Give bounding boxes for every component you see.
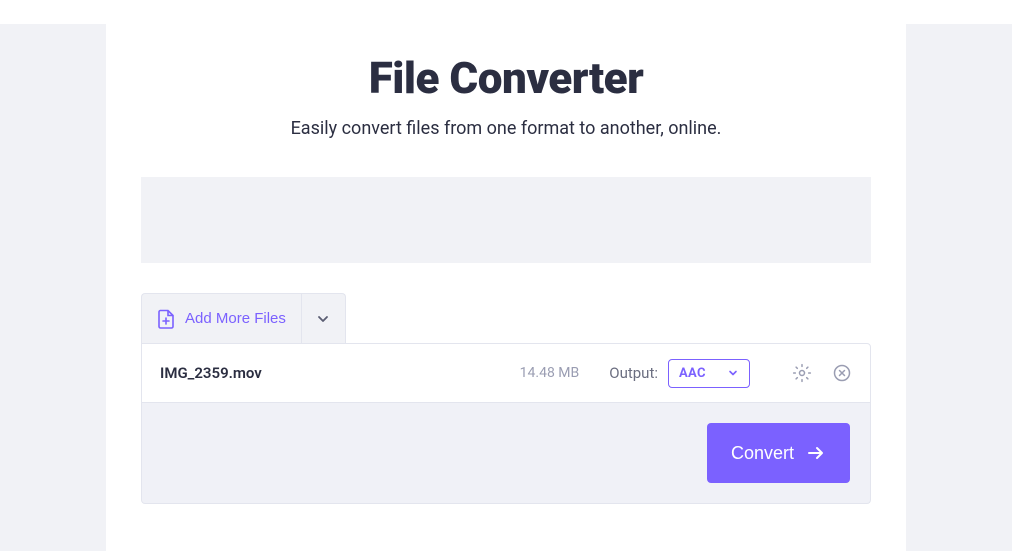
chevron-down-icon <box>727 367 739 379</box>
top-bar <box>0 0 1012 24</box>
output-format-value: AAC <box>679 366 706 381</box>
close-circle-icon <box>832 363 852 383</box>
file-size: 14.48 MB <box>520 365 580 381</box>
chevron-down-icon <box>316 312 330 326</box>
file-add-icon <box>157 309 175 329</box>
file-row: IMG_2359.mov 14.48 MB Output: AAC <box>141 343 871 403</box>
action-row: Convert <box>141 403 871 504</box>
arrow-right-icon <box>806 443 826 463</box>
ad-banner <box>141 177 871 263</box>
convert-button[interactable]: Convert <box>707 423 850 483</box>
content-wrap: Add More Files IMG_2359.mov 14.48 MB Out… <box>141 177 871 504</box>
page-title: File Converter <box>106 52 906 104</box>
remove-file-button[interactable] <box>832 363 852 383</box>
add-more-row: Add More Files <box>141 293 871 343</box>
output-format-select[interactable]: AAC <box>668 359 750 388</box>
gear-icon <box>792 363 812 383</box>
output-label: Output: <box>609 364 658 382</box>
file-name: IMG_2359.mov <box>160 364 520 382</box>
page-subtitle: Easily convert files from one format to … <box>106 118 906 139</box>
convert-button-label: Convert <box>731 443 794 464</box>
settings-button[interactable] <box>792 363 812 383</box>
add-more-files-label: Add More Files <box>185 310 286 327</box>
add-more-files-button[interactable]: Add More Files <box>141 293 301 343</box>
add-more-dropdown-button[interactable] <box>301 293 346 343</box>
main-panel: File Converter Easily convert files from… <box>106 24 906 551</box>
